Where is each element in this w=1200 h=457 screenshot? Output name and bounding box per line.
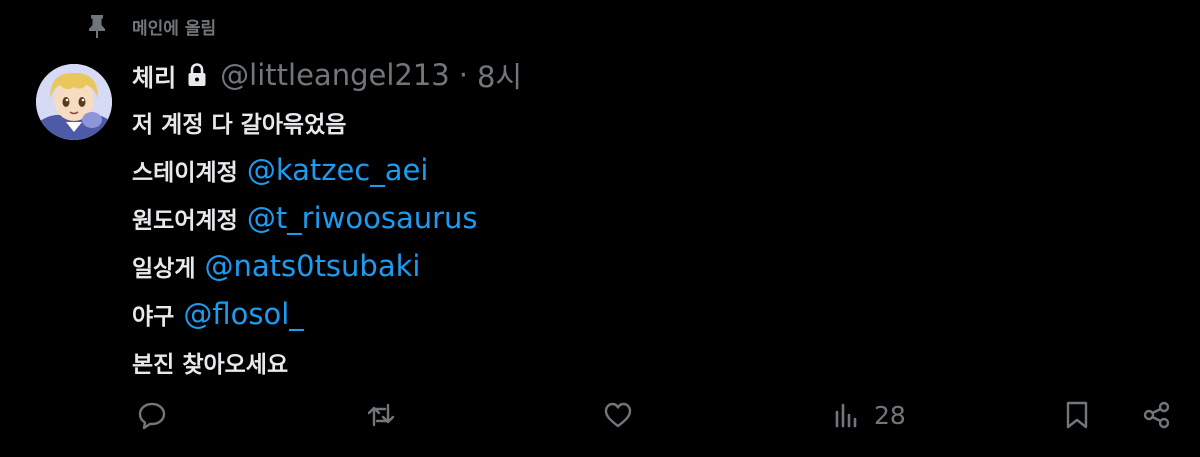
tweet-text: 저 계정 다 갈아윾었음 스테이계정 @katzec_aei 원도어계정 @t_… xyxy=(132,98,478,386)
bookmark-icon xyxy=(1066,401,1088,429)
tweet-actions: 28 xyxy=(0,392,1200,438)
line-text: 일상게 xyxy=(132,256,196,282)
retweet-button[interactable] xyxy=(366,392,396,438)
pinned-label: 메인에 올림 xyxy=(132,18,217,39)
heart-icon xyxy=(604,402,632,428)
line-text: 본진 찾아오세요 xyxy=(132,352,289,378)
tweet-line: 원도어계정 @t_riwoosaurus xyxy=(132,194,478,242)
line-text: 스테이계정 xyxy=(132,160,238,186)
share-icon xyxy=(1143,401,1170,429)
pinned-indicator: 메인에 올림 xyxy=(86,12,216,40)
like-button[interactable] xyxy=(603,392,633,438)
line-text: 저 계정 다 갈아윾었음 xyxy=(132,112,347,138)
mention-link[interactable]: @nats0tsubaki xyxy=(204,249,420,283)
views-icon xyxy=(835,403,857,428)
reply-icon xyxy=(138,402,166,430)
separator-dot: · xyxy=(458,58,468,92)
mention-link[interactable]: @katzec_aei xyxy=(247,153,429,187)
tweet-line: 저 계정 다 갈아윾었음 xyxy=(132,98,478,146)
tweet-header: 체리 @littleangel213 · 8시 xyxy=(132,54,522,96)
lock-icon xyxy=(186,62,208,88)
tweet-line: 본진 찾아오세요 xyxy=(132,338,478,386)
views-button[interactable]: 28 xyxy=(832,392,906,438)
tweet-timestamp[interactable]: 8시 xyxy=(477,54,522,96)
views-count: 28 xyxy=(874,400,906,430)
author-display-name[interactable]: 체리 xyxy=(132,58,176,93)
avatar[interactable] xyxy=(36,64,112,140)
share-button[interactable] xyxy=(1142,392,1172,438)
mention-link[interactable]: @flosol_ xyxy=(183,297,303,331)
tweet-line: 스테이계정 @katzec_aei xyxy=(132,146,478,194)
bookmark-button[interactable] xyxy=(1062,392,1092,438)
author-handle[interactable]: @littleangel213 xyxy=(220,58,450,92)
line-text: 원도어계정 xyxy=(132,208,238,234)
pin-icon xyxy=(86,13,108,39)
reply-button[interactable] xyxy=(137,392,167,438)
tweet-line: 일상게 @nats0tsubaki xyxy=(132,242,478,290)
tweet-line: 야구 @flosol_ xyxy=(132,290,478,338)
line-text: 야구 xyxy=(132,304,175,330)
retweet-icon xyxy=(367,403,395,427)
mention-link[interactable]: @t_riwoosaurus xyxy=(247,201,478,235)
